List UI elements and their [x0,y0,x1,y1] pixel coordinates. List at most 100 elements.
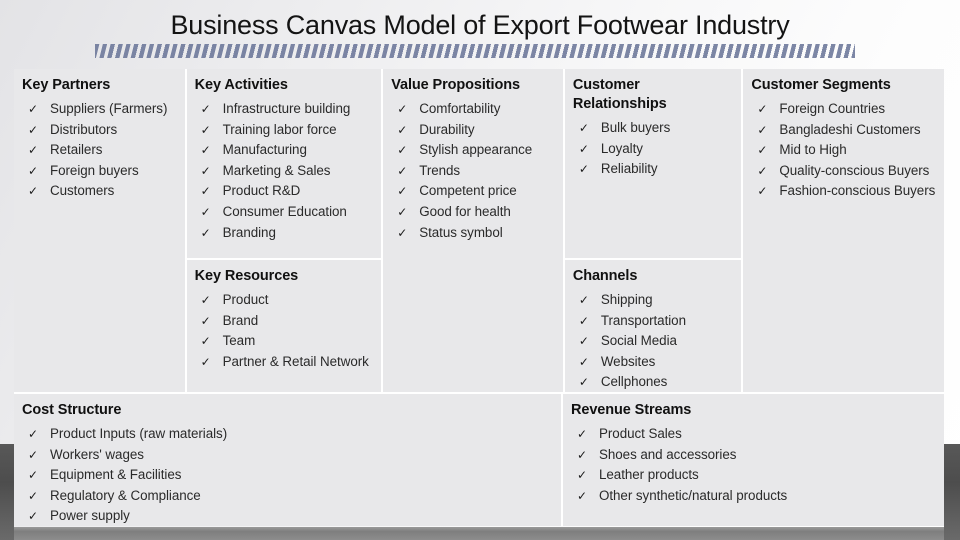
list-item-label: Partner & Retail Network [222,353,369,369]
block-header-customer-segments: Customer Segments [751,77,891,93]
list-channels: ✓ Shipping ✓ Transportation ✓ Social Media … [573,290,736,392]
check-icon: ✓ [577,447,588,462]
list-key-partners: ✓ Suppliers (Farmers) ✓ Distributors ✓ Reta… [22,99,179,202]
list-item: ✓ Partner & Retail Network [195,352,376,373]
check-icon: ✓ [28,447,39,462]
block-channels: Channels ✓ Shipping ✓ Transportation ✓ Soci… [564,260,742,392]
check-icon: ✓ [578,375,589,390]
check-icon: ✓ [397,143,408,158]
list-item: ✓ Distributors [22,120,179,141]
list-item-label: Product Inputs (raw materials) [50,426,228,441]
check-icon: ✓ [28,468,39,483]
list-item: ✓ Websites [573,352,736,373]
list-item: ✓ Status symbol [391,223,557,244]
list-item-label: Retailers [50,142,103,158]
list-item: ✓ Manufacturing [195,140,376,161]
block-key-resources: Key Resources ✓ Product ✓ Brand ✓ Team ✓ Par… [186,260,382,392]
list-item-label: Comfortability [419,101,501,116]
block-header-key-resources: Key Resources [194,268,299,284]
list-item-label: Transportation [600,312,686,328]
block-header-customer-relationships: Customer Relationships [572,77,667,112]
block-header-revenue-streams: Revenue Streams [571,402,692,418]
list-item-label: Distributors [50,121,118,137]
list-item-label: Foreign buyers [50,162,139,178]
check-icon: ✓ [200,354,211,369]
check-icon: ✓ [578,121,589,135]
check-icon: ✓ [200,143,211,158]
list-item-label: Competent price [419,183,517,199]
list-item: ✓ Good for health [391,202,557,223]
check-icon: ✓ [578,334,589,349]
check-icon: ✓ [757,163,768,178]
list-item: ✓ Shoes and accessories [571,445,938,466]
list-item-label: Foreign Countries [779,101,886,116]
list-item: ✓ Mid to High [751,140,938,161]
check-icon: ✓ [200,184,211,199]
list-item-label: Status symbol [419,224,503,240]
check-icon: ✓ [28,509,39,524]
check-icon: ✓ [757,102,768,116]
list-item: ✓ Reliability [573,159,736,180]
list-item-label: Trends [419,162,461,178]
list-customer-relationships: ✓ Bulk buyers ✓ Loyalty ✓ Reliability [573,118,736,180]
check-icon: ✓ [757,143,768,158]
check-icon: ✓ [757,184,768,199]
list-item-label: Good for health [419,203,511,219]
block-key-partners: Key Partners ✓ Suppliers (Farmers) ✓ Distr… [14,69,185,392]
list-item: ✓ Cellphones [573,372,736,392]
check-icon: ✓ [28,163,39,178]
list-item-label: Equipment & Facilities [50,467,182,483]
list-item-label: Workers' wages [50,446,144,462]
check-icon: ✓ [200,293,211,307]
list-item: ✓ Bulk buyers [573,118,736,139]
list-item-label: Mid to High [779,142,847,158]
list-item: ✓ Other synthetic/natural products [571,486,938,507]
check-icon: ✓ [200,225,211,240]
list-item-label: Loyalty [600,140,643,156]
list-item-label: Infrastructure building [222,101,351,116]
check-icon: ✓ [28,102,39,116]
check-icon: ✓ [200,204,211,219]
block-key-activities: Key Activities ✓ Infrastructure building … [186,69,382,258]
check-icon: ✓ [28,122,39,137]
list-item: ✓ Product Sales [571,424,938,445]
block-header-cost-structure: Cost Structure [22,402,122,418]
list-item: ✓ Foreign Countries [751,99,938,120]
list-item: ✓ Trends [391,161,557,182]
check-icon: ✓ [397,184,408,199]
list-customer-segments: ✓ Foreign Countries ✓ Bangladeshi Customer… [751,99,938,202]
list-item-label: Manufacturing [222,142,307,158]
list-item-label: Branding [222,224,276,240]
canvas-top-row: Key Partners ✓ Suppliers (Farmers) ✓ Distr… [14,69,944,392]
check-icon: ✓ [578,293,589,307]
list-item: ✓ Brand [195,311,376,332]
list-item-label: Quality-conscious Buyers [779,162,930,178]
list-item: ✓ Retailers [22,140,179,161]
slide-title: Business Canvas Model of Export Footwear… [170,10,790,40]
list-key-activities: ✓ Infrastructure building ✓ Training labor… [195,99,376,243]
check-icon: ✓ [28,488,39,503]
block-header-key-partners: Key Partners [22,77,111,93]
block-header-channels: Channels [572,268,638,284]
list-item-label: Shipping [600,292,653,307]
block-customer-segments: Customer Segments ✓ Foreign Countries ✓ Ba… [743,69,944,392]
list-item: ✓ Consumer Education [195,202,376,223]
title-underline-decoration [95,44,855,58]
check-icon: ✓ [200,313,211,328]
list-key-resources: ✓ Product ✓ Brand ✓ Team ✓ Partner & Retail … [195,290,376,372]
list-item: ✓ Transportation [573,311,736,332]
list-item: ✓ Leather products [571,465,938,486]
list-item: ✓ Bangladeshi Customers [751,120,938,141]
decorative-bottom-strip [14,527,944,540]
list-item-label: Product R&D [222,183,301,199]
list-item: ✓ Product Inputs (raw materials) [22,424,555,445]
column-relationships-channels: Customer Relationships ✓ Bulk buyers ✓ Loy… [564,69,742,392]
canvas-bottom-row: Cost Structure ✓ Product Inputs (raw mate… [14,392,944,526]
list-revenue-streams: ✓ Product Sales ✓ Shoes and accessories ✓ L… [571,424,938,506]
list-item: ✓ Training labor force [195,120,376,141]
list-item: ✓ Customers [22,181,179,202]
list-item-label: Cellphones [600,374,668,390]
block-value-propositions: Value Propositions ✓ Comfortability ✓ Dura… [383,69,563,392]
list-item-label: Stylish appearance [419,142,533,158]
check-icon: ✓ [28,184,39,199]
